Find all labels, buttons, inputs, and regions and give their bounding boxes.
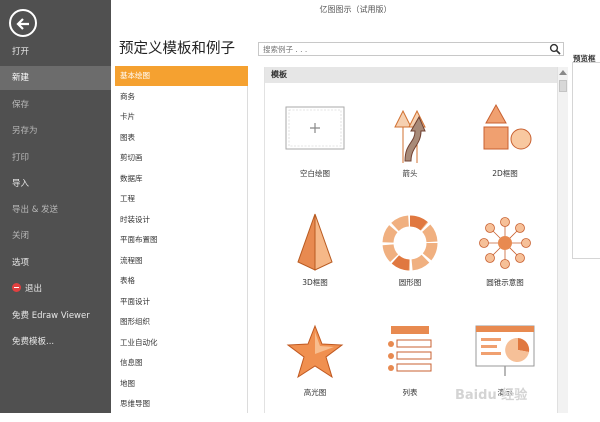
template-section-header: 模板 <box>265 67 557 83</box>
template-gallery: 模板 空白绘图 箭头 2D框图 3D框图 圆形图 圆锥示意图 高光图 列表 演示 <box>264 67 568 413</box>
menu-save[interactable]: 保存 <box>0 93 111 117</box>
exit-icon <box>12 283 21 292</box>
template-highlight[interactable]: 高光图 <box>270 322 360 422</box>
category-item[interactable]: 地图 <box>115 374 248 394</box>
template-label: 列表 <box>402 388 418 397</box>
star-icon <box>286 324 344 379</box>
menu-exit-label: 退出 <box>25 284 43 294</box>
menu-free-templates[interactable]: 免费模板... <box>0 330 111 354</box>
menu-close[interactable]: 关闭 <box>0 224 111 248</box>
3d-pyramid-icon <box>297 213 333 271</box>
menu-open[interactable]: 打开 <box>0 40 111 64</box>
arrows-icon <box>394 109 426 163</box>
category-item[interactable]: 信息图 <box>115 353 248 373</box>
category-item[interactable]: 平面设计 <box>115 292 248 312</box>
template-3d[interactable]: 3D框图 <box>270 212 360 312</box>
circle-chart-icon <box>382 215 438 271</box>
page-title: 预定义模板和例子 <box>119 41 235 57</box>
menu-exit[interactable]: 退出 <box>0 277 111 301</box>
list-icon <box>388 326 432 372</box>
template-label: 箭头 <box>402 169 418 178</box>
preview-pane <box>572 62 600 259</box>
search-box[interactable] <box>258 42 564 56</box>
scroll-up-icon[interactable] <box>559 70 567 75</box>
category-item[interactable]: 工业自动化 <box>115 333 248 353</box>
template-label: 圆锥示意图 <box>486 278 524 287</box>
menu-new[interactable]: 新建 <box>0 66 111 90</box>
window-title: 亿图图示（试用版） <box>319 5 392 14</box>
template-label: 圆形图 <box>398 278 422 287</box>
menu-options[interactable]: 选项 <box>0 251 111 275</box>
template-label: 3D框图 <box>302 278 328 287</box>
template-label: 空白绘图 <box>300 169 330 178</box>
category-item[interactable]: 数据库 <box>115 169 248 189</box>
category-item[interactable]: 图表 <box>115 128 248 148</box>
template-presentation[interactable]: 演示 <box>460 322 550 422</box>
category-item[interactable]: 时装设计 <box>115 210 248 230</box>
template-list[interactable]: 列表 <box>365 322 455 422</box>
menu-save-as[interactable]: 另存为 <box>0 119 111 143</box>
presentation-icon <box>475 325 535 376</box>
radial-diagram-icon <box>479 217 531 269</box>
menu-free-viewer[interactable]: 免费 Edraw Viewer <box>0 304 111 328</box>
gallery-scrollbar[interactable] <box>557 67 568 413</box>
back-arrow-icon[interactable] <box>9 9 37 37</box>
file-menu-sidebar: 打开 新建 保存 另存为 打印 导入 导出 & 发送 关闭 选项 退出 免费 E… <box>0 0 111 413</box>
category-item[interactable]: 剪切画 <box>115 148 248 168</box>
scroll-thumb[interactable] <box>559 80 567 92</box>
category-item[interactable]: 商务 <box>115 87 248 107</box>
menu-export-send[interactable]: 导出 & 发送 <box>0 198 111 222</box>
template-blank[interactable]: 空白绘图 <box>270 103 360 203</box>
menu-import[interactable]: 导入 <box>0 172 111 196</box>
template-radial[interactable]: 圆锥示意图 <box>460 212 550 312</box>
category-item[interactable]: 流程图 <box>115 251 248 271</box>
template-circle[interactable]: 圆形图 <box>365 212 455 312</box>
menu-print[interactable]: 打印 <box>0 146 111 170</box>
category-item[interactable]: 思维导图 <box>115 394 248 414</box>
search-icon[interactable] <box>549 43 561 55</box>
category-item[interactable]: 平面布置图 <box>115 230 248 250</box>
template-label: 高光图 <box>303 388 327 397</box>
blank-canvas-icon <box>285 106 345 150</box>
search-input[interactable] <box>259 43 544 55</box>
category-item[interactable]: 表格 <box>115 271 248 291</box>
watermark: Baidu 经验 <box>455 388 528 403</box>
category-item[interactable]: 卡片 <box>115 107 248 127</box>
template-arrows[interactable]: 箭头 <box>365 103 455 203</box>
template-label: 2D框图 <box>492 169 518 178</box>
template-2d-shapes[interactable]: 2D框图 <box>460 103 550 203</box>
category-item[interactable]: 基本绘图 <box>115 66 248 86</box>
category-item[interactable]: 图形组织 <box>115 312 248 332</box>
category-list: 基本绘图 商务 卡片 图表 剪切画 数据库 工程 时装设计 平面布置图 流程图 … <box>115 66 248 413</box>
2d-shapes-icon <box>483 103 532 150</box>
category-item[interactable]: 工程 <box>115 189 248 209</box>
